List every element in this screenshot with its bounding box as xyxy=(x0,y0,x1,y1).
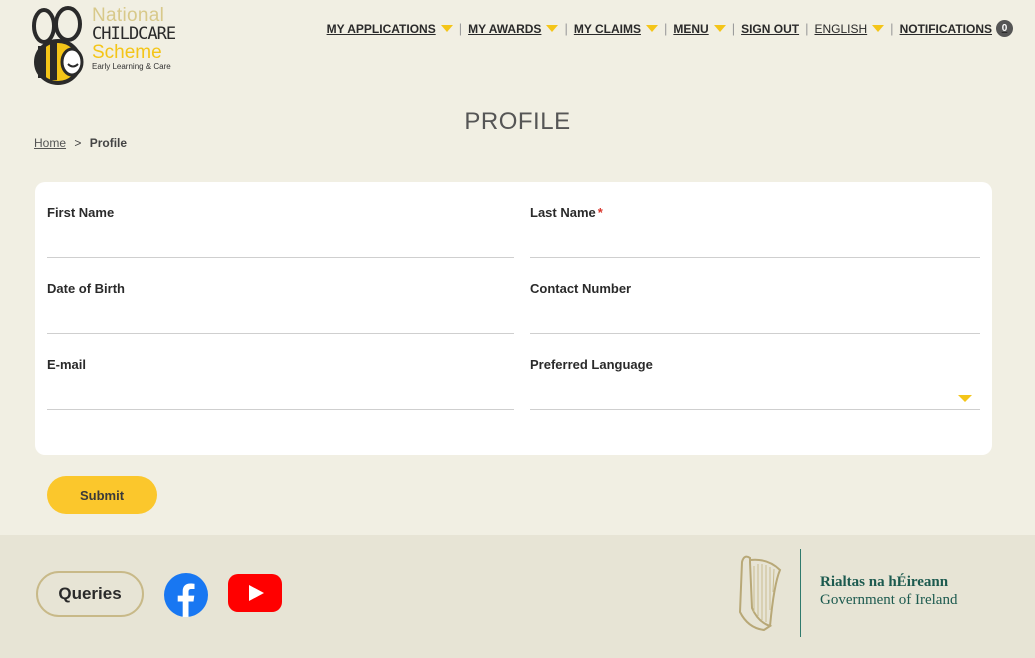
nav-separator: | xyxy=(458,21,463,36)
breadcrumb-separator: > xyxy=(74,136,82,150)
profile-form-card: First Name Last Name * Date of Birth Cont… xyxy=(35,182,992,455)
page-title: PROFILE xyxy=(464,108,571,136)
breadcrumb-home-link[interactable]: Home xyxy=(34,136,66,150)
nav-sign-out[interactable]: SIGN OUT xyxy=(741,22,799,36)
logo-line-childcare: CHILDCARE xyxy=(92,24,176,44)
nav-separator: | xyxy=(805,21,809,36)
government-of-ireland-logo[interactable]: Rialtas na hÉireann Government of Irelan… xyxy=(820,573,957,609)
logo-line-national: National xyxy=(92,5,165,26)
email-field: E-mail xyxy=(47,357,514,410)
email-input[interactable] xyxy=(47,385,514,410)
contact-number-label: Contact Number xyxy=(530,281,632,296)
nav-notifications-label: NOTIFICATIONS xyxy=(899,21,992,36)
chevron-down-icon xyxy=(958,395,972,402)
preferred-language-field: Preferred Language xyxy=(530,357,980,410)
top-navigation: MY APPLICATIONS | MY AWARDS | MY CLAIMS … xyxy=(327,20,1013,37)
first-name-field: First Name xyxy=(47,205,514,258)
youtube-icon[interactable] xyxy=(228,574,282,612)
nav-menu[interactable]: MENU xyxy=(673,21,726,36)
date-of-birth-field: Date of Birth xyxy=(47,281,514,334)
nav-my-applications[interactable]: MY APPLICATIONS xyxy=(327,22,453,36)
nav-my-awards[interactable]: MY AWARDS xyxy=(468,21,559,36)
preferred-language-label: Preferred Language xyxy=(530,357,653,372)
chevron-down-icon xyxy=(713,25,726,32)
nav-sign-out-label: SIGN OUT xyxy=(741,21,800,36)
date-of-birth-input[interactable] xyxy=(47,309,514,334)
chevron-down-icon xyxy=(872,25,885,32)
chevron-down-icon xyxy=(546,25,559,32)
logo-line-tagline: Early Learning & Care xyxy=(92,62,171,71)
nav-my-applications-label: MY APPLICATIONS xyxy=(326,21,436,36)
logo-line-scheme: Scheme xyxy=(92,42,162,63)
nav-my-awards-label: MY AWARDS xyxy=(468,21,542,36)
nav-language-label: ENGLISH xyxy=(814,21,868,36)
breadcrumb: Home > Profile xyxy=(34,136,127,150)
submit-button[interactable]: Submit xyxy=(47,476,157,514)
first-name-label: First Name xyxy=(47,205,115,220)
chevron-down-icon xyxy=(645,25,658,32)
nav-my-claims[interactable]: MY CLAIMS xyxy=(574,22,658,36)
facebook-icon[interactable] xyxy=(164,573,208,617)
nav-my-claims-label: MY CLAIMS xyxy=(573,21,641,36)
nav-notifications[interactable]: NOTIFICATIONS 0 xyxy=(900,20,1013,37)
chevron-down-icon xyxy=(440,25,453,32)
government-divider xyxy=(800,549,801,637)
preferred-language-select[interactable] xyxy=(530,385,980,410)
footer: Queries Rialtas na hÉireann Government o… xyxy=(0,535,1035,658)
last-name-label: Last Name xyxy=(530,205,596,220)
contact-number-input[interactable] xyxy=(530,309,980,334)
last-name-field: Last Name * xyxy=(530,205,980,258)
queries-button[interactable]: Queries xyxy=(36,571,144,617)
nav-language-selector[interactable]: ENGLISH xyxy=(814,21,885,36)
nav-separator: | xyxy=(890,21,894,36)
nav-menu-label: MENU xyxy=(673,21,709,36)
notifications-count-badge: 0 xyxy=(996,20,1013,37)
email-label: E-mail xyxy=(47,357,87,372)
gov-irish-name: Rialtas na hÉireann xyxy=(820,574,949,590)
last-name-label-row: Last Name * xyxy=(530,205,980,220)
harp-icon xyxy=(738,555,782,632)
nav-separator: | xyxy=(663,21,668,36)
gov-english-name: Government of Ireland xyxy=(820,592,958,608)
breadcrumb-current: Profile xyxy=(89,136,128,150)
contact-number-field: Contact Number xyxy=(530,281,980,334)
first-name-input[interactable] xyxy=(47,233,514,258)
required-marker: * xyxy=(597,205,603,220)
nav-separator: | xyxy=(731,21,736,36)
date-of-birth-label: Date of Birth xyxy=(47,281,125,296)
nav-separator: | xyxy=(564,21,568,36)
last-name-input[interactable] xyxy=(530,233,980,258)
bee-icon xyxy=(32,6,84,85)
scheme-logo[interactable]: National CHILDCARE Scheme Early Learning… xyxy=(30,6,176,86)
